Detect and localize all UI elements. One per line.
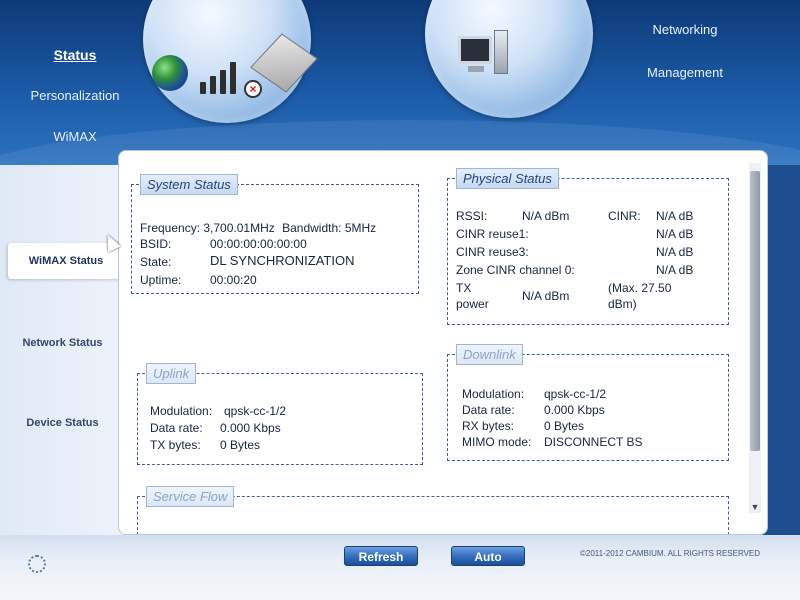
uplink-data-rate-value: 0.000 Kbps bbox=[220, 421, 281, 435]
scrollbar-thumb[interactable] bbox=[750, 171, 760, 451]
copyright-text: ©2011-2012 CAMBIUM. ALL RIGHTS RESERVED bbox=[580, 549, 761, 558]
cinr-reuse1-value: N/A dB bbox=[656, 227, 694, 241]
side-item-network-status[interactable]: Network Status bbox=[0, 337, 125, 349]
side-nav: WiMAX Status Network Status Device Statu… bbox=[0, 165, 125, 545]
downlink-data-rate-label: Data rate: bbox=[462, 403, 515, 417]
refresh-button[interactable]: Refresh bbox=[344, 546, 418, 566]
downlink-mimo-mode-value: DISCONNECT BS bbox=[544, 435, 643, 449]
uplink-tx-bytes-value: 0 Bytes bbox=[220, 438, 261, 452]
physical-status-box: Physical Status RSSI: N/A dBm CINR: N/A … bbox=[447, 168, 729, 325]
uplink-tx-bytes-label: TX bytes: bbox=[150, 438, 201, 452]
frequency-label: Frequency: bbox=[140, 221, 201, 235]
cinr-reuse1-label: CINR reuse1: bbox=[456, 227, 529, 241]
downlink-title: Downlink bbox=[456, 344, 523, 365]
bsid-value: 00:00:00:00:00:00 bbox=[210, 237, 307, 251]
zone-cinr-value: N/A dB bbox=[656, 263, 694, 277]
cinr-label: CINR: bbox=[608, 209, 641, 223]
footer: Refresh Auto ©2011-2012 CAMBIUM. ALL RIG… bbox=[0, 535, 800, 600]
bsid-label: BSID: bbox=[140, 237, 172, 251]
scroll-down-arrow-icon[interactable]: ▼ bbox=[749, 501, 761, 513]
uplink-data-rate-label: Data rate: bbox=[150, 421, 203, 435]
zone-cinr-label: Zone CINR channel 0: bbox=[456, 263, 575, 277]
state-label: State: bbox=[140, 255, 172, 269]
downlink-modulation-value: qpsk-cc-1/2 bbox=[544, 387, 607, 401]
uplink-box: Uplink Modulation: qpsk-cc-1/2 Data rate… bbox=[137, 363, 423, 465]
uplink-title: Uplink bbox=[146, 363, 197, 384]
uplink-modulation-value: qpsk-cc-1/2 bbox=[224, 404, 287, 418]
downlink-mimo-mode-label: MIMO mode: bbox=[462, 435, 532, 449]
signal-bars-icon bbox=[198, 58, 240, 94]
computer-icon bbox=[458, 30, 510, 78]
uptime-value: 00:00:20 bbox=[210, 273, 257, 287]
downlink-box: Downlink Modulation: qpsk-cc-1/2 Data ra… bbox=[447, 344, 729, 461]
header: Status Personalization WiMAX × Networkin… bbox=[0, 0, 800, 165]
uplink-modulation-label: Modulation: bbox=[150, 404, 213, 418]
main-nav-left: Status Personalization WiMAX bbox=[0, 0, 150, 165]
bandwidth-value: 5MHz bbox=[344, 221, 377, 235]
tx-power-label-line1: TX bbox=[456, 281, 472, 295]
physical-status-title: Physical Status bbox=[456, 168, 559, 189]
nav-management[interactable]: Management bbox=[610, 65, 760, 80]
auto-button[interactable]: Auto bbox=[451, 546, 525, 566]
rssi-label: RSSI: bbox=[456, 209, 488, 223]
uptime-label: Uptime: bbox=[140, 273, 182, 287]
side-item-device-status[interactable]: Device Status bbox=[0, 417, 125, 429]
state-value: DL SYNCHRONIZATION bbox=[210, 253, 355, 268]
nav-personalization[interactable]: Personalization bbox=[0, 88, 150, 103]
bandwidth-label: Bandwidth: bbox=[282, 221, 342, 235]
tx-power-label-line2: power bbox=[456, 297, 489, 311]
tx-power-value: N/A dBm bbox=[522, 289, 570, 303]
downlink-rx-bytes-value: 0 Bytes bbox=[544, 419, 585, 433]
system-status-title: System Status bbox=[140, 174, 238, 195]
frequency-value: 3,700.01MHz bbox=[203, 221, 275, 235]
downlink-modulation-label: Modulation: bbox=[462, 387, 525, 401]
gear-icon[interactable] bbox=[28, 555, 46, 573]
service-flow-title: Service Flow bbox=[146, 486, 235, 507]
rssi-value: N/A dBm bbox=[522, 209, 570, 223]
nav-wimax[interactable]: WiMAX bbox=[0, 129, 150, 144]
downlink-data-rate-value: 0.000 Kbps bbox=[544, 403, 605, 417]
system-status-box: System Status Frequency: 3,700.01MHz Ban… bbox=[131, 174, 419, 294]
cinr-reuse3-label: CINR reuse3: bbox=[456, 245, 529, 259]
disconnect-x-icon: × bbox=[244, 80, 262, 98]
nav-status[interactable]: Status bbox=[0, 47, 150, 63]
content-scrollbar[interactable]: ▼ bbox=[749, 163, 761, 513]
globe-icon bbox=[152, 55, 188, 91]
tx-max-line1: (Max. 27.50 bbox=[608, 281, 672, 295]
nav-networking[interactable]: Networking bbox=[610, 22, 760, 37]
cinr-reuse3-value: N/A dB bbox=[656, 245, 694, 259]
content-panel: System Status Frequency: 3,700.01MHz Ban… bbox=[118, 150, 768, 535]
downlink-rx-bytes-label: RX bytes: bbox=[462, 419, 515, 433]
main-nav-right: Networking Management bbox=[610, 0, 760, 165]
cinr-value: N/A dB bbox=[656, 209, 694, 223]
tx-max-line2: dBm) bbox=[608, 297, 637, 311]
frequency-row: Frequency: 3,700.01MHz Bandwidth: 5MHz bbox=[140, 221, 376, 235]
service-flow-box: Service Flow bbox=[137, 486, 729, 534]
